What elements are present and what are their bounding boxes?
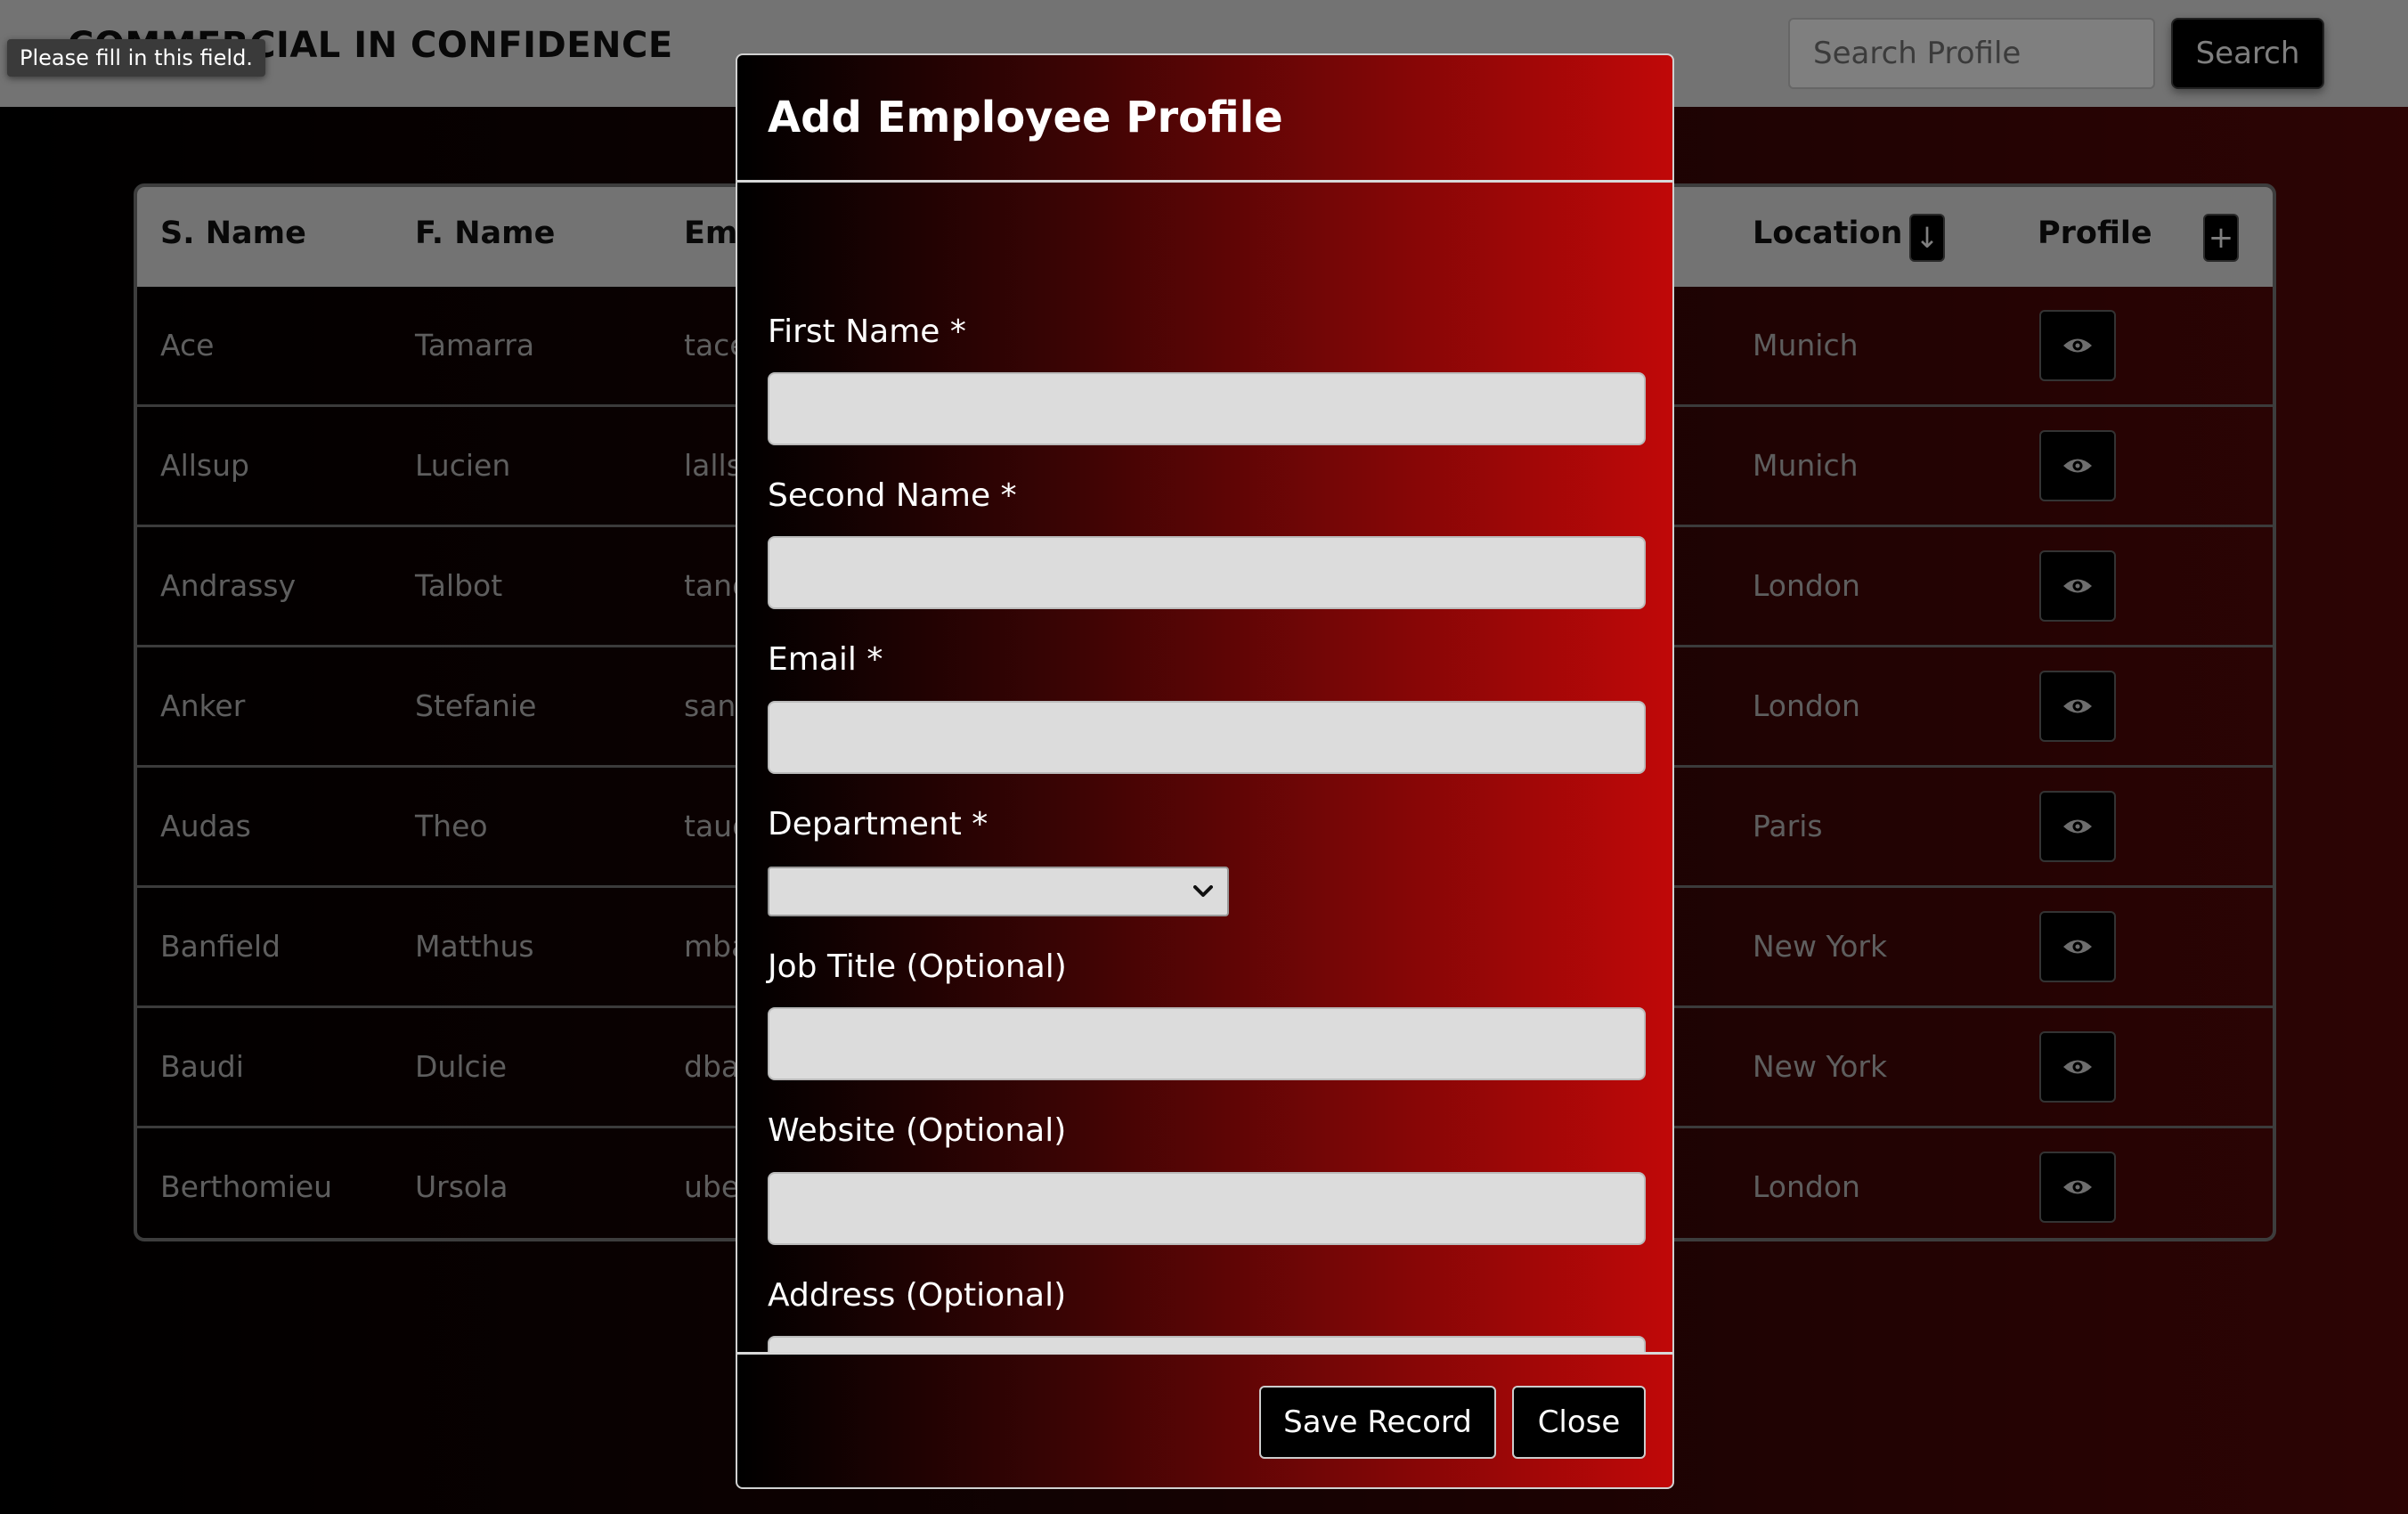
close-modal-button[interactable]: Close bbox=[1512, 1386, 1646, 1459]
modal-title: Add Employee Profile bbox=[768, 93, 1283, 142]
modal-body[interactable]: First Name * Second Name * Email * Depar… bbox=[737, 183, 1672, 1352]
job-title-input[interactable] bbox=[768, 1007, 1646, 1080]
second-name-input[interactable] bbox=[768, 536, 1646, 609]
first-name-input[interactable] bbox=[768, 372, 1646, 445]
email-input[interactable] bbox=[768, 701, 1646, 774]
address-label: Address (Optional) bbox=[768, 1277, 1067, 1314]
modal-footer-divider bbox=[737, 1352, 1672, 1355]
address-input[interactable] bbox=[768, 1336, 1646, 1352]
website-input[interactable] bbox=[768, 1172, 1646, 1245]
add-employee-modal: Add Employee Profile First Name * Second… bbox=[736, 53, 1674, 1489]
email-label: Email * bbox=[768, 641, 883, 678]
chevron-down-icon bbox=[1188, 875, 1218, 908]
department-select[interactable] bbox=[768, 867, 1229, 916]
first-name-label: First Name * bbox=[768, 313, 966, 350]
save-record-button[interactable]: Save Record bbox=[1259, 1386, 1496, 1459]
job-title-label: Job Title (Optional) bbox=[768, 948, 1067, 985]
department-label: Department * bbox=[768, 806, 988, 842]
second-name-label: Second Name * bbox=[768, 477, 1017, 514]
website-label: Website (Optional) bbox=[768, 1112, 1067, 1149]
validation-tooltip: Please fill in this field. bbox=[7, 39, 265, 77]
